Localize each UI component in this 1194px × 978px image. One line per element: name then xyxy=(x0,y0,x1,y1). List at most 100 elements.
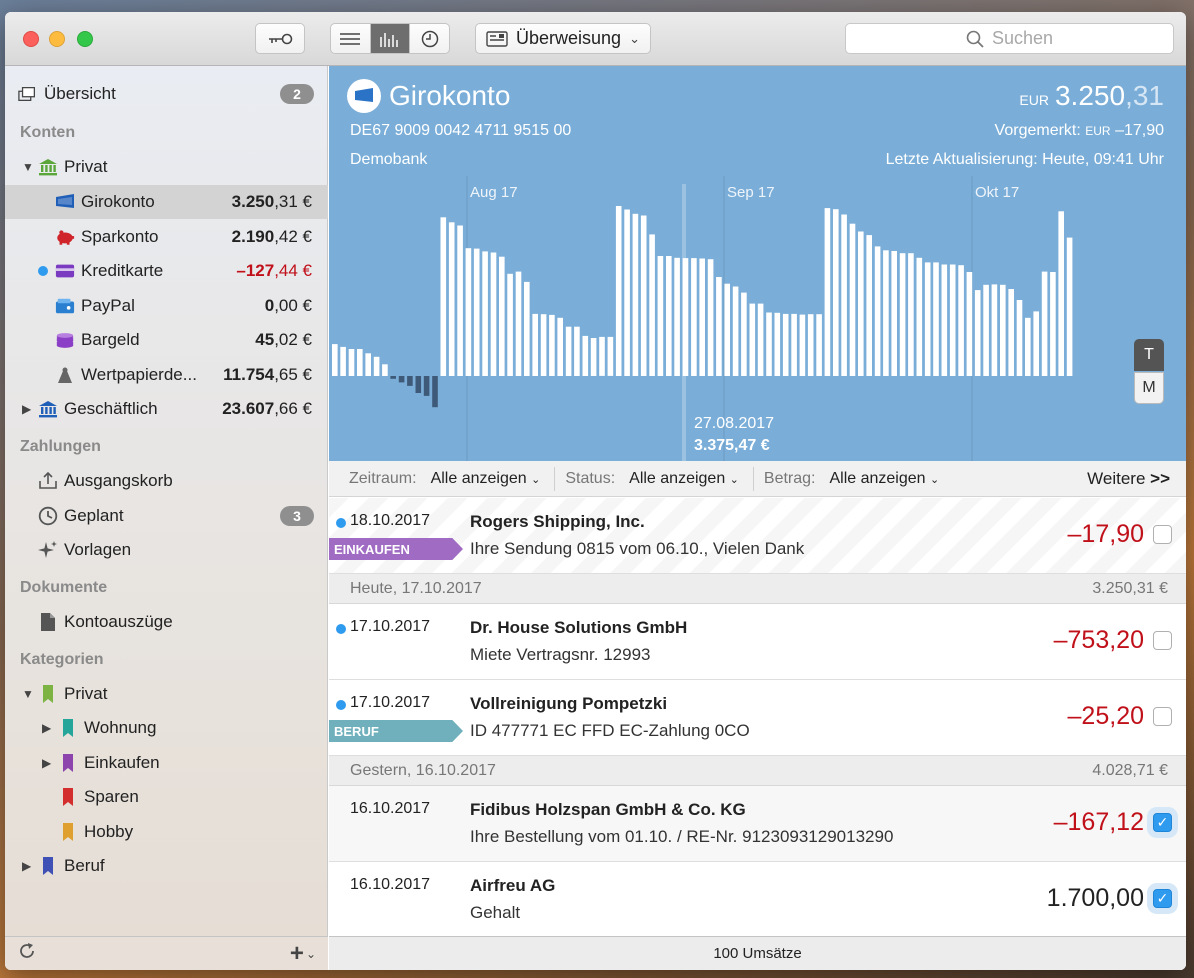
chart-bar[interactable] xyxy=(741,292,747,376)
sidebar-item-templates[interactable]: Vorlagen xyxy=(5,533,328,567)
chart-bar[interactable] xyxy=(782,313,789,376)
chart-bar[interactable] xyxy=(874,246,881,376)
period-filter[interactable]: Alle anzeigen ⌄ xyxy=(431,470,541,488)
zoom-window-button[interactable] xyxy=(77,31,93,47)
sidebar-item-bargeld[interactable]: Bargeld 45,02 € xyxy=(5,323,328,357)
sidebar-item-kreditkarte[interactable]: Kreditkarte –127,44 € xyxy=(5,254,328,288)
chart-bar[interactable] xyxy=(682,258,689,376)
chart-bar[interactable] xyxy=(332,344,338,376)
sidebar-item-category-hobby[interactable]: Hobby xyxy=(5,815,328,849)
reviewed-checkbox[interactable] xyxy=(1153,707,1172,726)
chart-bar[interactable] xyxy=(949,264,956,377)
chart-bar[interactable] xyxy=(549,314,555,376)
close-window-button[interactable] xyxy=(23,31,39,47)
sidebar-item-statements[interactable]: Kontoauszüge xyxy=(5,605,328,639)
reviewed-checkbox[interactable]: ✓ xyxy=(1153,889,1172,908)
chart-bar[interactable] xyxy=(991,284,998,376)
sidebar-item-wertpapierdepot[interactable]: Wertpapierde... 11.754,65 € xyxy=(5,358,328,392)
chart-bar[interactable] xyxy=(799,314,806,376)
chart-bar[interactable] xyxy=(791,313,797,376)
chart-bar[interactable] xyxy=(607,336,614,376)
status-filter[interactable]: Alle anzeigen ⌄ xyxy=(629,470,739,488)
chart-bar[interactable] xyxy=(716,277,722,376)
chart-bar[interactable] xyxy=(615,206,622,376)
transaction-row[interactable]: 18.10.2017 Rogers Shipping, Inc. Ihre Se… xyxy=(329,498,1186,574)
chart-view-button[interactable] xyxy=(370,24,411,53)
chart-bar[interactable] xyxy=(649,234,655,376)
chart-bar[interactable] xyxy=(841,214,847,377)
chart-bar[interactable] xyxy=(908,253,914,376)
sidebar-item-outbox[interactable]: Ausgangskorb xyxy=(5,464,328,498)
disclosure-closed-icon[interactable]: ▶ xyxy=(42,756,58,770)
chart-bar[interactable] xyxy=(1041,271,1048,376)
chart-bar[interactable] xyxy=(732,286,739,377)
chart-bar[interactable] xyxy=(757,303,764,376)
chart-bar[interactable] xyxy=(348,349,355,376)
sidebar-item-business-accounts[interactable]: ▶ Geschäftlich 23.607,66 € xyxy=(5,392,328,426)
chart-bar[interactable] xyxy=(749,303,756,376)
sidebar-item-category-beruf[interactable]: ▶ Beruf xyxy=(5,849,328,883)
chart-bar[interactable] xyxy=(448,222,455,376)
chart-bar[interactable] xyxy=(1025,317,1031,376)
disclosure-closed-icon[interactable]: ▶ xyxy=(22,402,38,416)
disclosure-closed-icon[interactable]: ▶ xyxy=(42,721,58,735)
chart-bar[interactable] xyxy=(933,262,939,376)
schedule-view-button[interactable] xyxy=(410,24,449,53)
transaction-row[interactable]: 17.10.2017 Vollreinigung Pompetzki ID 47… xyxy=(329,680,1186,756)
chart-bar[interactable] xyxy=(490,252,497,377)
chart-bar[interactable] xyxy=(707,259,714,376)
chart-bar[interactable] xyxy=(816,314,822,376)
range-day-button[interactable]: T xyxy=(1134,339,1164,371)
chart-bar[interactable] xyxy=(365,353,371,376)
reviewed-checkbox[interactable] xyxy=(1153,631,1172,650)
sidebar-item-girokonto[interactable]: Girokonto 3.250,31 € xyxy=(5,185,328,219)
chart-bar[interactable] xyxy=(974,290,981,376)
chart-bar[interactable] xyxy=(916,257,923,376)
search-field[interactable]: Suchen xyxy=(845,23,1174,54)
sidebar-item-category-sparen[interactable]: Sparen xyxy=(5,780,328,814)
chart-bar[interactable] xyxy=(499,256,505,376)
chart-bar[interactable] xyxy=(866,235,872,376)
chart-bar[interactable] xyxy=(574,326,580,376)
chart-bar[interactable] xyxy=(858,231,864,377)
chart-bar[interactable] xyxy=(632,213,639,376)
chart-bar[interactable] xyxy=(524,281,530,376)
chart-bar[interactable] xyxy=(699,258,705,377)
sidebar-item-sparkonto[interactable]: Sparkonto 2.190,42 € xyxy=(5,220,328,254)
list-view-button[interactable] xyxy=(331,24,371,53)
sidebar-item-paypal[interactable]: PayPal 0,00 € xyxy=(5,289,328,323)
chart-bar[interactable] xyxy=(657,256,664,376)
sidebar-item-category-einkaufen[interactable]: ▶ Einkaufen xyxy=(5,746,328,780)
key-button[interactable] xyxy=(255,23,305,54)
chart-bar[interactable] xyxy=(590,338,597,376)
chart-bar[interactable] xyxy=(849,223,856,376)
chart-bar[interactable] xyxy=(398,376,405,383)
transaction-row[interactable]: 17.10.2017 Dr. House Solutions GmbH Miet… xyxy=(329,604,1186,680)
transaction-row[interactable]: 16.10.2017 Fidibus Holzspan GmbH & Co. K… xyxy=(329,786,1186,862)
chart-bar[interactable] xyxy=(457,225,463,377)
chart-bar[interactable] xyxy=(966,272,973,376)
chart-bar[interactable] xyxy=(1000,284,1006,376)
chart-bar[interactable] xyxy=(640,215,647,377)
chart-bar[interactable] xyxy=(1050,272,1056,376)
refresh-icon[interactable] xyxy=(17,941,37,967)
chart-bar[interactable] xyxy=(941,264,948,377)
sidebar-item-private-accounts[interactable]: ▼ Privat xyxy=(5,150,328,184)
reviewed-checkbox[interactable]: ✓ xyxy=(1153,813,1172,832)
chart-bar[interactable] xyxy=(407,376,413,386)
chart-bar[interactable] xyxy=(833,209,839,376)
chart-bar[interactable] xyxy=(891,251,897,376)
chart-bar[interactable] xyxy=(724,283,730,376)
chart-bar[interactable] xyxy=(1016,300,1023,376)
chart-bar[interactable] xyxy=(482,251,488,376)
chart-bar[interactable] xyxy=(1058,211,1064,376)
chart-bar[interactable] xyxy=(824,208,831,376)
disclosure-open-icon[interactable]: ▼ xyxy=(22,687,38,701)
chart-bar[interactable] xyxy=(432,376,438,408)
chart-bar[interactable] xyxy=(540,314,547,376)
chart-bar[interactable] xyxy=(415,376,422,393)
chart-bar[interactable] xyxy=(473,248,480,376)
add-menu-button[interactable]: + ⌄ xyxy=(290,940,316,968)
chart-bar[interactable] xyxy=(423,376,430,396)
chart-bar[interactable] xyxy=(883,250,889,376)
